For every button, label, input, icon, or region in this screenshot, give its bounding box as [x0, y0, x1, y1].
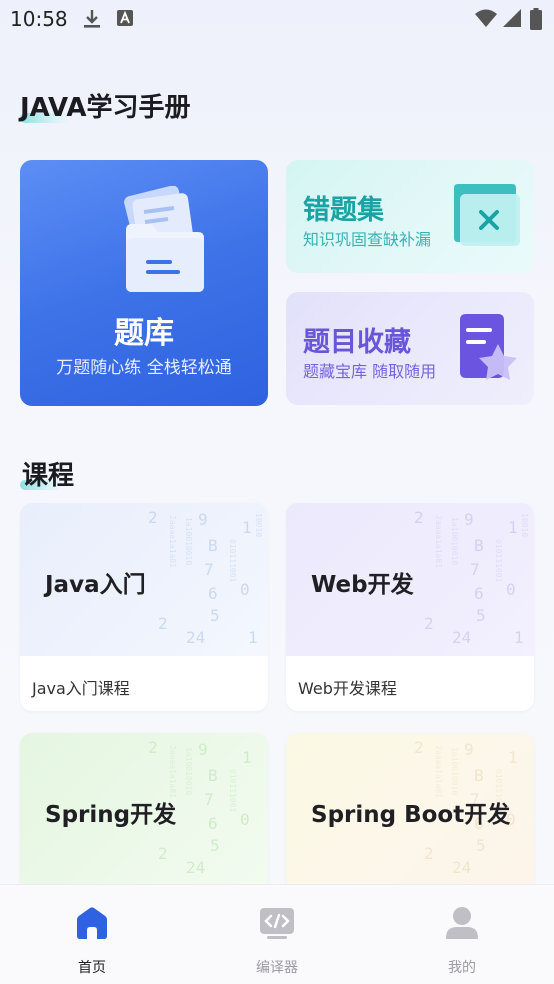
nav-item-home[interactable]: 首页: [0, 885, 184, 984]
course-card-web-dev[interactable]: 2 9 1 B 7 6 5 24 0 2 1 2aaaa1a1a81 1a10010010 0…: [286, 503, 534, 711]
svg-text:1a10010010: 1a10010010: [184, 517, 193, 565]
course-card-spring-boot[interactable]: 291 B76 5 24 0 2 2aaaa1a1a81 1a10010010 01…: [286, 733, 534, 893]
battery-icon: [530, 8, 542, 30]
svg-text:1a10010010: 1a10010010: [184, 747, 193, 795]
svg-text:9: 9: [198, 510, 208, 529]
svg-text:2: 2: [158, 844, 168, 863]
code-icon: [260, 908, 294, 939]
status-time: 10:58: [10, 7, 68, 31]
signal-icon: [503, 9, 521, 27]
svg-text:5: 5: [210, 836, 220, 855]
svg-text:6: 6: [474, 584, 484, 603]
svg-text:2: 2: [414, 738, 424, 757]
svg-text:5: 5: [476, 836, 486, 855]
course-name: Java入门: [45, 572, 146, 598]
nav-item-compiler[interactable]: 编译器: [185, 885, 369, 984]
svg-text:B: B: [474, 536, 484, 555]
svg-text:2: 2: [148, 738, 158, 757]
nav-label-mine: 我的: [448, 960, 476, 976]
svg-text:2: 2: [414, 508, 424, 527]
course-card-spring[interactable]: 2 9 1 B 7 6 5 24 0 2 2aaaa1a1a81 1a10010010 01…: [20, 733, 268, 893]
course-banner: 291 B76 5 24 0 2 2aaaa1a1a81 1a10010010 01…: [286, 733, 534, 886]
svg-text:7: 7: [470, 560, 480, 579]
svg-text:1a10010010: 1a10010010: [450, 517, 459, 565]
home-icon: [77, 907, 107, 939]
svg-text:9: 9: [198, 740, 208, 759]
folder-documents-icon: [124, 186, 204, 292]
course-card-java-intro[interactable]: 2 9 1 B 7 6 5 24 0 2 1 2aaaa1a1a81 1a10010010 0…: [20, 503, 268, 711]
svg-text:2: 2: [424, 614, 434, 633]
svg-text:0: 0: [240, 580, 250, 599]
nav-item-mine[interactable]: 我的: [370, 885, 554, 984]
svg-text:2: 2: [158, 614, 168, 633]
svg-text:010111001: 010111001: [228, 539, 237, 583]
svg-text:9: 9: [464, 510, 474, 529]
svg-text:1a10010010: 1a10010010: [450, 747, 459, 795]
courses-section-title: 课程: [22, 461, 75, 491]
svg-text:0: 0: [240, 810, 250, 829]
course-description: Java入门课程: [32, 679, 130, 698]
svg-text:2: 2: [424, 844, 434, 863]
svg-text:24: 24: [452, 858, 471, 877]
svg-text:1: 1: [242, 748, 252, 767]
course-name: Spring开发: [45, 802, 177, 828]
wrong-questions-subtitle: 知识巩固查缺补漏: [303, 230, 432, 249]
svg-text:B: B: [208, 766, 218, 785]
svg-text:7: 7: [204, 560, 214, 579]
question-bank-title: 题库: [114, 316, 174, 351]
nav-label-compiler: 编译器: [256, 960, 298, 976]
course-name: Web开发: [311, 572, 414, 598]
svg-text:2aaaa1a1a81: 2aaaa1a1a81: [168, 745, 177, 798]
question-bank-card[interactable]: 题库 万题随心练 全栈轻松通: [20, 160, 268, 406]
code-matrix-decoration: 2 9 1 B 7 6 5 24 0 2 1 2aaaa1a1a81 1a10010010 0…: [148, 508, 263, 647]
svg-text:1: 1: [514, 628, 524, 647]
svg-text:2aaaa1a1a81: 2aaaa1a1a81: [434, 515, 443, 568]
font-a-icon: [117, 10, 133, 26]
question-bank-subtitle: 万题随心练 全栈轻松通: [56, 358, 232, 378]
svg-text:2aaaa1a1a81: 2aaaa1a1a81: [168, 515, 177, 568]
svg-text:B: B: [474, 766, 484, 785]
course-description: Web开发课程: [298, 679, 397, 698]
svg-text:2: 2: [148, 508, 158, 527]
svg-text:1: 1: [508, 748, 518, 767]
favorites-card[interactable]: 题目收藏 题藏宝库 随取随用: [286, 292, 534, 405]
course-banner: 2 9 1 B 7 6 5 24 0 2 1 2aaaa1a1a81 1a10010010 0…: [286, 503, 534, 656]
svg-text:2aaaa1a1a81: 2aaaa1a1a81: [434, 745, 443, 798]
favorites-subtitle: 题藏宝库 随取随用: [303, 362, 437, 381]
bottom-nav: 首页 编译器 我的: [0, 884, 554, 984]
svg-text:B: B: [208, 536, 218, 555]
svg-text:5: 5: [476, 606, 486, 625]
svg-text:24: 24: [186, 858, 205, 877]
download-icon: [84, 10, 100, 28]
svg-text:1: 1: [248, 628, 258, 647]
wifi-icon: [475, 9, 497, 27]
nav-label-home: 首页: [78, 960, 106, 976]
svg-text:1: 1: [508, 518, 518, 537]
wrong-questions-card[interactable]: 错题集 知识巩固查缺补漏: [286, 160, 534, 273]
course-banner: 2 9 1 B 7 6 5 24 0 2 1 2aaaa1a1a81 1a10010010 0…: [20, 503, 268, 656]
svg-text:0: 0: [506, 580, 516, 599]
svg-text:24: 24: [186, 628, 205, 647]
svg-text:010111001: 010111001: [494, 539, 503, 583]
svg-text:10010: 10010: [520, 513, 529, 537]
svg-text:6: 6: [208, 814, 218, 833]
svg-text:24: 24: [452, 628, 471, 647]
svg-text:5: 5: [210, 606, 220, 625]
user-icon: [446, 907, 478, 939]
svg-text:6: 6: [208, 584, 218, 603]
svg-text:7: 7: [204, 790, 214, 809]
wrong-folder-icon: [454, 184, 520, 246]
course-banner: 2 9 1 B 7 6 5 24 0 2 2aaaa1a1a81 1a10010010 01…: [20, 733, 268, 886]
course-name: Spring Boot开发: [311, 802, 511, 828]
svg-text:010111001: 010111001: [228, 769, 237, 813]
wrong-questions-title: 错题集: [303, 195, 384, 226]
favorite-doc-star-icon: [460, 314, 517, 380]
svg-text:9: 9: [464, 740, 474, 759]
code-matrix-decoration: 2 9 1 B 7 6 5 24 0 2 1 2aaaa1a1a81 1a10010010 0…: [414, 508, 529, 647]
favorites-title: 题目收藏: [303, 327, 411, 358]
page-title: JAVA学习手册: [20, 93, 191, 123]
status-bar: 10:58: [0, 0, 554, 38]
svg-text:1: 1: [242, 518, 252, 537]
svg-text:10010: 10010: [254, 513, 263, 537]
